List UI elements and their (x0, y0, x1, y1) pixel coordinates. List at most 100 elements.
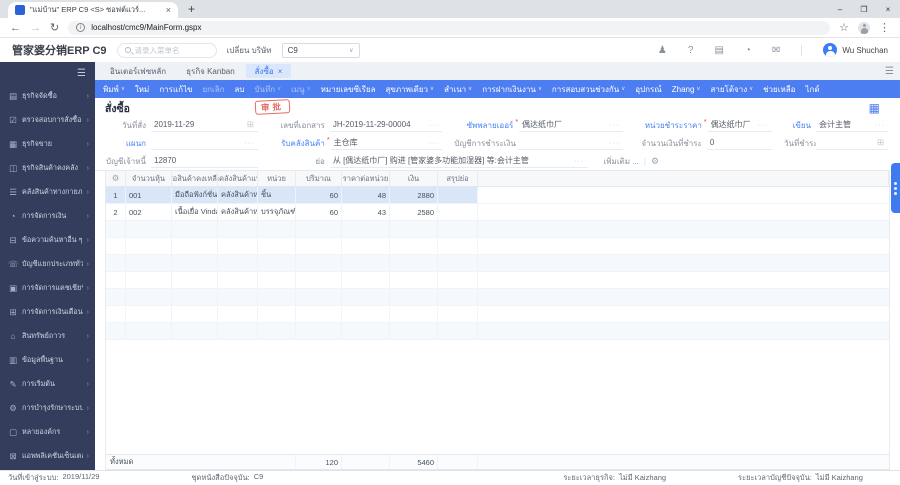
field-input[interactable]: ⊞ (816, 136, 888, 150)
close-doc-tab-icon[interactable]: × (278, 67, 283, 76)
stamp-icon[interactable]: ♟ (658, 45, 667, 56)
back-icon[interactable]: ← (10, 22, 21, 34)
field-input[interactable]: 0 (706, 136, 772, 150)
sidebar-item-3[interactable]: ◫ ธุรกิจสินค้าคงคลัง › (0, 156, 95, 180)
calendar-icon[interactable]: ⊞ (877, 137, 885, 148)
field-input[interactable]: ··· (518, 136, 623, 150)
toolbar-item-11[interactable]: การสอบสวนช่วงกัน ∨ (547, 83, 630, 96)
doc-tab-2[interactable]: สั่งซื้อ × (245, 64, 292, 78)
table-header-3[interactable]: ชื่อคลังสินค้าแบบ (218, 171, 258, 186)
table-header-2[interactable]: ชื่อสินค้าคงเหลือ (172, 171, 218, 186)
ellipsis-icon[interactable]: ··· (609, 138, 620, 147)
field-input[interactable]: 偶达纸巾厂 ··· (519, 118, 623, 132)
toolbar-item-10[interactable]: การฝากเงินงาน ∨ (477, 83, 547, 96)
company-select[interactable]: C9 ∨ (281, 42, 360, 58)
close-window-icon[interactable]: × (876, 5, 900, 14)
help-icon[interactable]: ? (688, 45, 694, 56)
sidebar-item-14[interactable]: ▢ หลายองค์กร › (0, 420, 95, 444)
sidebar-item-1[interactable]: ☑ ตรวจสอบการสั่งซื้อ › (0, 108, 95, 132)
toolbar-item-0[interactable]: พิมพ์ ∨ (98, 83, 130, 96)
close-tab-icon[interactable]: × (166, 5, 171, 15)
table-row-1[interactable]: 2 002 เนื้อเยื่อ Vindaคลังสินค้าหลักบรรจุภ… (106, 204, 889, 221)
feedback-icon[interactable]: ▤ (714, 45, 723, 56)
cell (106, 289, 126, 305)
table-header-5[interactable]: ปริมาณ (296, 171, 342, 186)
field-input[interactable]: ··· (151, 136, 258, 150)
sidebar-item-0[interactable]: ▤ ธุรกิจจัดซื้อ › (0, 84, 95, 108)
ellipsis-icon[interactable]: ··· (574, 156, 585, 165)
ellipsis-icon[interactable]: ··· (429, 120, 440, 129)
alarm-icon[interactable]: ◔ (745, 45, 751, 56)
qr-code-icon[interactable]: ▦ (869, 101, 880, 115)
table-header-4[interactable]: หน่วย (258, 171, 296, 186)
field-input[interactable]: JH-2019-11-29-00004 ··· (329, 118, 443, 132)
menu-search-input[interactable]: 请录入菜单名 (116, 42, 217, 58)
toolbar-item-8[interactable]: สุขภาพเดียว ∨ (381, 83, 440, 96)
more-options-button[interactable]: เพิ่มเติม ... | ⚙ (600, 155, 660, 168)
toolbar-item-16[interactable]: ไกด์ (800, 83, 824, 96)
sidebar-item-2[interactable]: ▦ ธุรกิจขาย › (0, 132, 95, 156)
cell: 2580 (390, 204, 438, 220)
maximize-icon[interactable]: ❐ (852, 5, 876, 14)
refresh-icon[interactable]: ↻ (50, 21, 59, 34)
table-row-0[interactable]: 1 001 มือถือฟังก์ชั่นเม...คลังสินค้าหลักชิ… (106, 187, 889, 204)
field-input[interactable]: 从 [偶达纸巾厂] 购进 [管家婆多功能加湿器] 等:会计主管 ··· (329, 154, 588, 168)
user-menu[interactable]: Wu Shuchan (823, 43, 888, 57)
field-input[interactable]: 会计主管 ··· (816, 118, 888, 132)
ellipsis-icon[interactable]: ··· (609, 120, 620, 129)
mail-icon[interactable]: ✉ (772, 45, 780, 56)
table-settings-gear-icon[interactable]: ⚙ (112, 173, 120, 184)
collapse-menu-icon[interactable]: ☰ (77, 68, 86, 79)
sidebar-item-5[interactable]: ◔ การจัดการเงิน › (0, 204, 95, 228)
sidebar-item-13[interactable]: ⚙ การบำรุงรักษาระบบ › (0, 396, 95, 420)
minimize-icon[interactable]: – (828, 5, 852, 14)
table-header-6[interactable]: ราคาต่อหน่วย (342, 171, 390, 186)
browser-menu-icon[interactable]: ⋮ (879, 21, 890, 34)
page-title: สั่งซื้อ (105, 102, 130, 115)
sidebar-item-11[interactable]: ▥ ข้อมูลพื้นฐาน › (0, 348, 95, 372)
toolbar-item-7[interactable]: หมายเลขซีเรียล (316, 83, 381, 96)
toolbar-item-1[interactable]: ใหม่ (130, 83, 154, 96)
table-header-8[interactable]: สรุปย่อ (438, 171, 478, 186)
field-input[interactable]: 12870 (151, 154, 258, 168)
toolbar-item-13[interactable]: Zhang ∨ (667, 85, 706, 94)
sidebar-item-7[interactable]: ☏บัญชีแยกประเภททั่วไป› (0, 252, 95, 276)
sidebar-item-10[interactable]: ⌂ สินทรัพย์ถาวร › (0, 324, 95, 348)
toolbar-item-15[interactable]: ช่วยเหลือ (758, 83, 800, 96)
info-icon[interactable]: i (76, 23, 86, 32)
ellipsis-icon[interactable]: ··· (244, 138, 255, 147)
forward-icon[interactable]: → (30, 22, 41, 34)
calendar-icon[interactable]: ⊞ (247, 119, 255, 130)
field-input[interactable]: 偶达纸巾厂 ··· (707, 118, 772, 132)
sidebar-item-8[interactable]: ▣ การจัดการแคชเชียร์ › (0, 276, 95, 300)
toolbar-item-2[interactable]: การแก้ไข (154, 83, 197, 96)
toolbar-item-14[interactable]: สายโต้จาง ∨ (705, 83, 758, 96)
ellipsis-icon[interactable]: ··· (759, 120, 770, 129)
browser-tab[interactable]: "แม่บ้าน" ERP C9 <S> ซอฟต์แวร์... × (8, 2, 178, 18)
gear-icon[interactable]: ⚙ (651, 156, 659, 167)
ellipsis-icon[interactable]: ··· (429, 138, 440, 147)
ellipsis-icon[interactable]: ··· (874, 120, 885, 129)
table-header-1[interactable]: จำนวนหุ้น (126, 171, 172, 186)
sidebar-item-6[interactable]: ⊟ ข้อความค้นหาอื่น ๆ › (0, 228, 95, 252)
sidebar-item-4[interactable]: ☰ คลังสินค้าทางกายภาพ› (0, 180, 95, 204)
field-input[interactable]: 主仓库 ··· (330, 136, 443, 150)
browser-profile-icon[interactable] (858, 21, 870, 34)
doc-tab-0[interactable]: อินเตอร์เฟซหลัก (101, 64, 175, 78)
toolbar-item-4[interactable]: ลบ (229, 83, 249, 96)
toolbar-item-12[interactable]: อุปกรณ์ (630, 83, 666, 96)
side-panel-handle[interactable] (891, 163, 900, 213)
table-header-0[interactable]: ⚙ (106, 171, 126, 186)
cell: 60 (296, 204, 342, 220)
sidebar-item-9[interactable]: ⊞ การจัดการเงินเดือน › (0, 300, 95, 324)
toolbar-item-9[interactable]: สำเนา ∨ (439, 83, 477, 96)
tab-list-icon[interactable]: ☰ (885, 66, 894, 77)
table-header-7[interactable]: เงิน (390, 171, 438, 186)
address-bar[interactable]: i localhost/cmc9/MainForm.gspx (68, 20, 831, 35)
new-tab-button[interactable]: + (188, 2, 195, 18)
doc-tab-1[interactable]: ธุรกิจ Kanban (177, 64, 244, 78)
bookmark-star-icon[interactable]: ☆ (839, 21, 849, 34)
field-input[interactable]: 2019-11-29 ⊞ (151, 118, 258, 132)
sidebar-item-12[interactable]: ✎ การเริ่มต้น › (0, 372, 95, 396)
sidebar-item-15[interactable]: ⊠ แอพพลิเคชั่นเซ็นเตอร์› (0, 444, 95, 468)
